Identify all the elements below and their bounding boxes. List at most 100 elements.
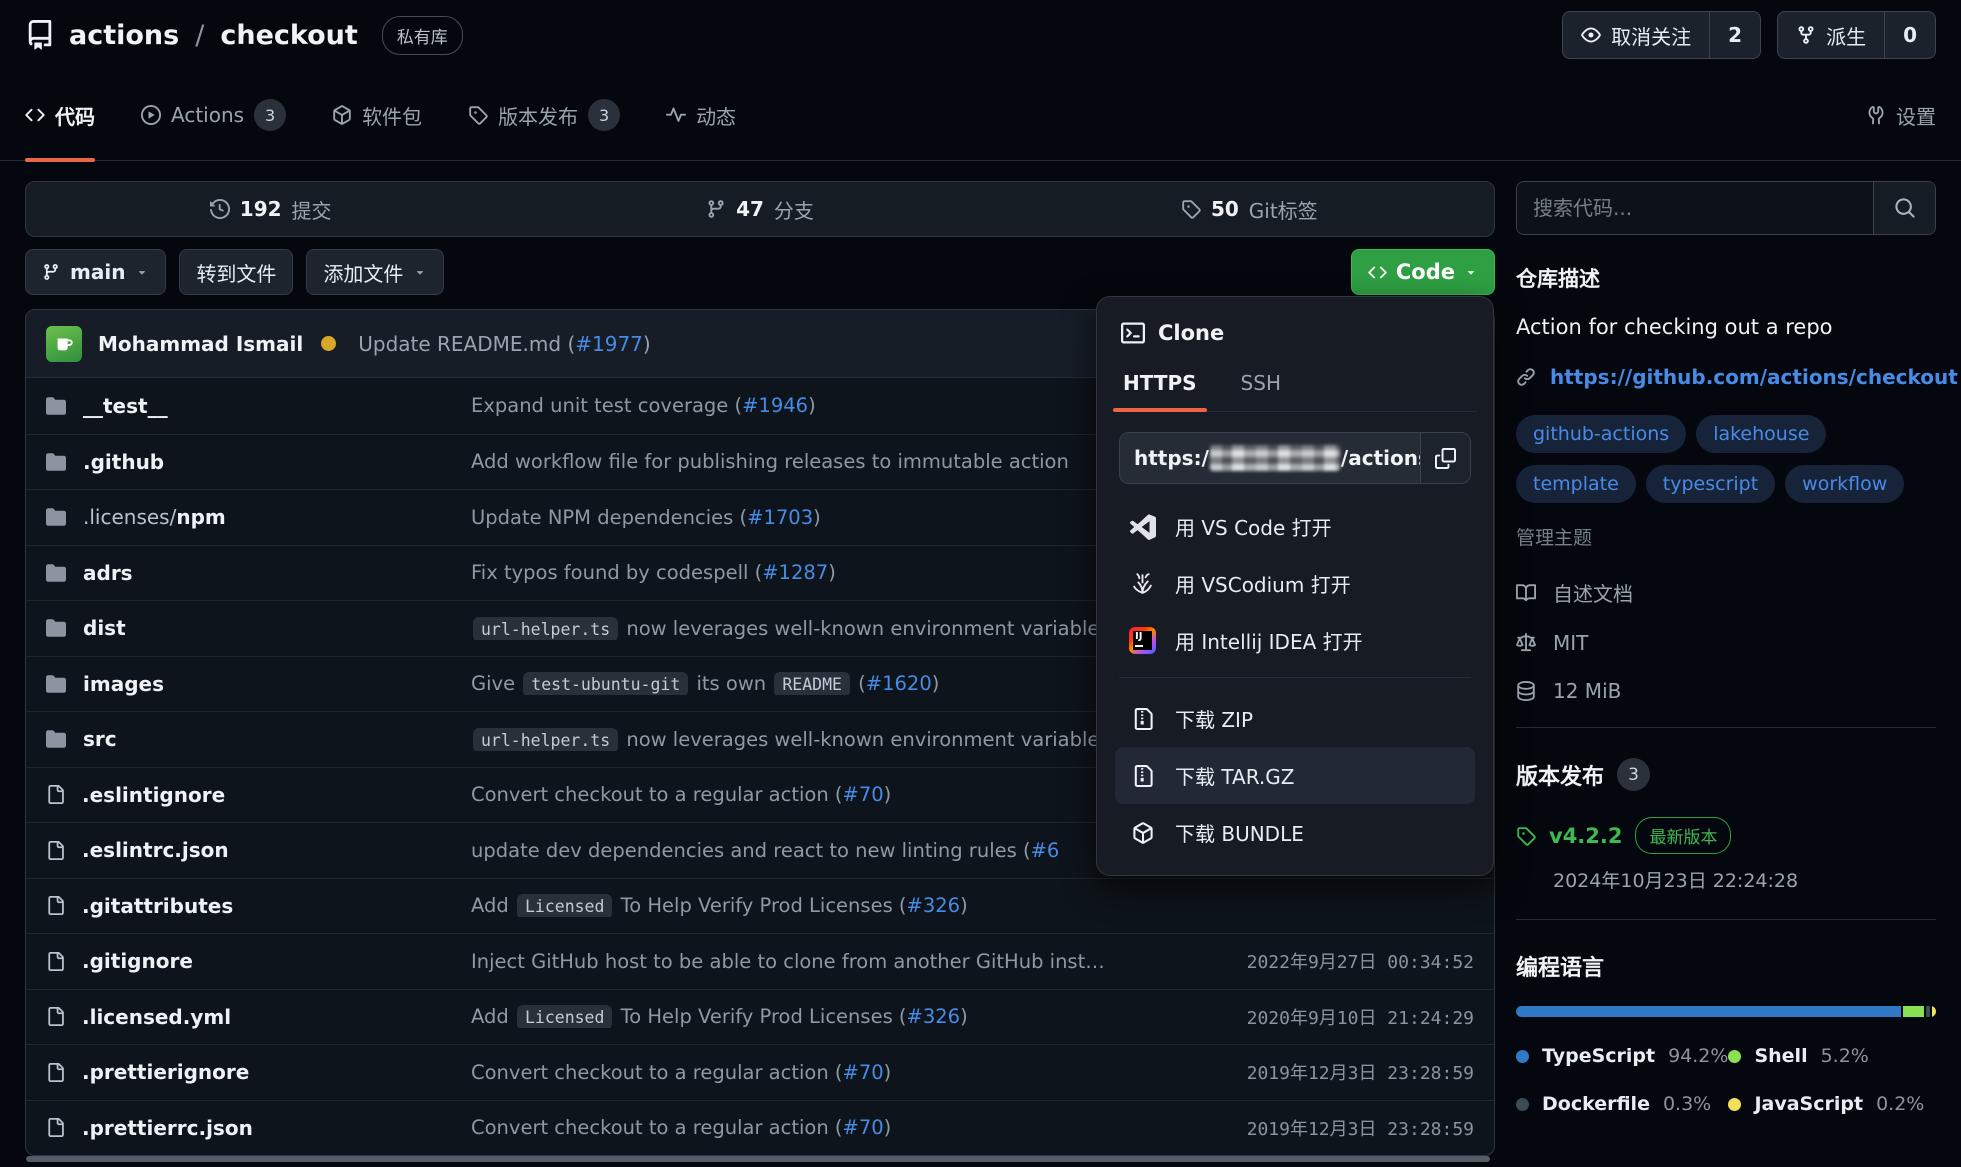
file-row[interactable]: .gitignoreInject GitHub host to be able … — [26, 933, 1494, 989]
book-icon — [1516, 583, 1536, 603]
language-bar[interactable] — [1516, 1006, 1936, 1017]
file-name[interactable]: dist — [83, 616, 126, 640]
actions-count-badge: 3 — [254, 99, 286, 131]
tab-actions[interactable]: Actions 3 — [141, 70, 286, 161]
file-row[interactable]: .gitattributesAdd Licensed To Help Verif… — [26, 878, 1494, 934]
search-button[interactable] — [1873, 182, 1935, 234]
license-link[interactable]: MIT — [1516, 631, 1936, 655]
unwatch-button[interactable]: 取消关注 2 — [1562, 11, 1761, 59]
pr-link[interactable]: #1287 — [762, 561, 828, 584]
tab-code[interactable]: 代码 — [25, 70, 95, 161]
add-file-button[interactable]: 添加文件 — [306, 249, 444, 295]
tab-activity[interactable]: 动态 — [666, 70, 736, 161]
file-name[interactable]: .licenses/npm — [83, 505, 226, 529]
website-row: https://github.com/actions/checkout — [1516, 365, 1936, 389]
file-name[interactable]: .eslintrc.json — [82, 838, 229, 862]
goto-file-button[interactable]: 转到文件 — [179, 249, 293, 295]
visibility-badge: 私有库 — [382, 16, 463, 55]
pr-link[interactable]: #326 — [907, 894, 961, 917]
file-toolbar: main 转到文件 添加文件 Code — [25, 249, 1495, 295]
manage-topics-link[interactable]: 管理主题 — [1516, 523, 1936, 550]
file-name[interactable]: .gitignore — [82, 949, 193, 973]
file-name[interactable]: .licensed.yml — [82, 1005, 231, 1029]
search-input[interactable] — [1517, 182, 1873, 234]
commit-message: Convert checkout to a regular action (#7… — [471, 1061, 1227, 1084]
download-targz-item[interactable]: 下载 TAR.GZ — [1115, 747, 1475, 804]
tags-stat[interactable]: 50 Git标签 — [1005, 182, 1494, 236]
pr-link[interactable]: #1977 — [575, 332, 643, 356]
pr-link[interactable]: #6 — [1031, 839, 1060, 862]
topic-pill[interactable]: workflow — [1785, 465, 1904, 503]
open-idea-item[interactable]: 用 Intellij IDEA 打开 — [1115, 612, 1475, 669]
tab-https[interactable]: HTTPS — [1121, 357, 1199, 411]
language-legend-item[interactable]: Shell5.2% — [1728, 1045, 1936, 1067]
fork-button[interactable]: 派生 0 — [1777, 11, 1936, 59]
open-vscodium-label: 用 VSCodium 打开 — [1175, 569, 1351, 598]
language-percent: 94.2% — [1668, 1045, 1728, 1067]
commit-author[interactable]: Mohammad Ismail — [98, 332, 303, 356]
tab-actions-label: Actions — [171, 103, 244, 127]
language-legend-item[interactable]: TypeScript94.2% — [1516, 1045, 1728, 1067]
download-targz-label: 下载 TAR.GZ — [1175, 761, 1294, 790]
file-name[interactable]: .prettierignore — [82, 1060, 249, 1084]
author-avatar[interactable] — [46, 326, 82, 362]
tab-settings[interactable]: 设置 — [1866, 70, 1936, 161]
topic-pill[interactable]: typescript — [1646, 465, 1775, 503]
clone-url-field[interactable]: https:/ /actions/che — [1120, 433, 1420, 483]
readme-link[interactable]: 自述文档 — [1516, 578, 1936, 607]
clone-url-group: https:/ /actions/che — [1119, 432, 1471, 484]
download-bundle-item[interactable]: 下载 BUNDLE — [1115, 804, 1475, 861]
branches-stat[interactable]: 47 分支 — [515, 182, 1004, 236]
topic-pill[interactable]: github-actions — [1516, 415, 1686, 453]
forks-count[interactable]: 0 — [1884, 12, 1935, 58]
tab-packages[interactable]: 软件包 — [332, 70, 422, 161]
website-link[interactable]: https://github.com/actions/checkout — [1550, 365, 1958, 389]
release-version-link[interactable]: v4.2.2 — [1549, 824, 1622, 848]
file-row[interactable]: .prettierignore Convert checkout to a reg… — [26, 1044, 1494, 1100]
commit-status-dot[interactable] — [321, 336, 336, 351]
pr-link[interactable]: #70 — [843, 783, 884, 806]
file-row[interactable]: .prettierrc.jsonConvert checkout to a re… — [26, 1100, 1494, 1156]
file-row[interactable]: .licensed.ymlAdd Licensed To Help Verify… — [26, 989, 1494, 1045]
message-text: ) — [932, 672, 940, 695]
file-name[interactable]: .prettierrc.json — [82, 1116, 253, 1140]
language-legend-item[interactable]: Dockerfile0.3% — [1516, 1093, 1728, 1115]
language-legend-item[interactable]: JavaScript0.2% — [1728, 1093, 1936, 1115]
download-zip-item[interactable]: 下载 ZIP — [1115, 690, 1475, 747]
tab-ssh[interactable]: SSH — [1239, 357, 1283, 411]
horizontal-scrollbar-thumb[interactable] — [26, 1156, 1490, 1162]
pr-link[interactable]: #1946 — [742, 394, 808, 417]
releases-heading[interactable]: 版本发布 3 — [1516, 758, 1936, 791]
open-vscodium-item[interactable]: 用 VSCodium 打开 — [1115, 555, 1475, 612]
tab-releases[interactable]: 版本发布 3 — [468, 70, 620, 161]
file-name[interactable]: __test__ — [83, 394, 168, 418]
branch-selector[interactable]: main — [25, 249, 166, 295]
open-vscode-item[interactable]: 用 VS Code 打开 — [1115, 498, 1475, 555]
copy-url-button[interactable] — [1420, 433, 1470, 483]
pr-link[interactable]: #1703 — [747, 506, 813, 529]
repo-name-link[interactable]: checkout — [220, 20, 357, 51]
message-text: ) — [884, 1061, 892, 1084]
clone-url-prefix: https:/ — [1134, 446, 1209, 470]
pr-link[interactable]: #70 — [843, 1061, 884, 1084]
topic-pill[interactable]: template — [1516, 465, 1636, 503]
pr-link[interactable]: #1620 — [866, 672, 932, 695]
pr-link[interactable]: #326 — [907, 1005, 961, 1028]
topic-pill[interactable]: lakehouse — [1696, 415, 1826, 453]
file-name[interactable]: src — [83, 727, 117, 751]
file-name[interactable]: adrs — [83, 561, 133, 585]
file-name[interactable]: .github — [83, 450, 164, 474]
watchers-count[interactable]: 2 — [1709, 12, 1760, 58]
file-name[interactable]: .gitattributes — [82, 894, 233, 918]
message-text: its own — [690, 672, 772, 695]
commit-message[interactable]: Update README.md (#1977) — [358, 332, 650, 356]
file-name[interactable]: images — [83, 672, 164, 696]
commits-stat[interactable]: 192 提交 — [26, 182, 515, 236]
code-button[interactable]: Code — [1351, 249, 1495, 295]
message-text: Give — [471, 672, 521, 695]
pr-link[interactable]: #70 — [843, 1116, 884, 1139]
file-name[interactable]: .eslintignore — [82, 783, 225, 807]
message-text: Add workflow file for publishing release… — [471, 450, 1069, 473]
repo-owner-link[interactable]: actions — [69, 20, 179, 51]
tab-settings-label: 设置 — [1896, 101, 1936, 130]
